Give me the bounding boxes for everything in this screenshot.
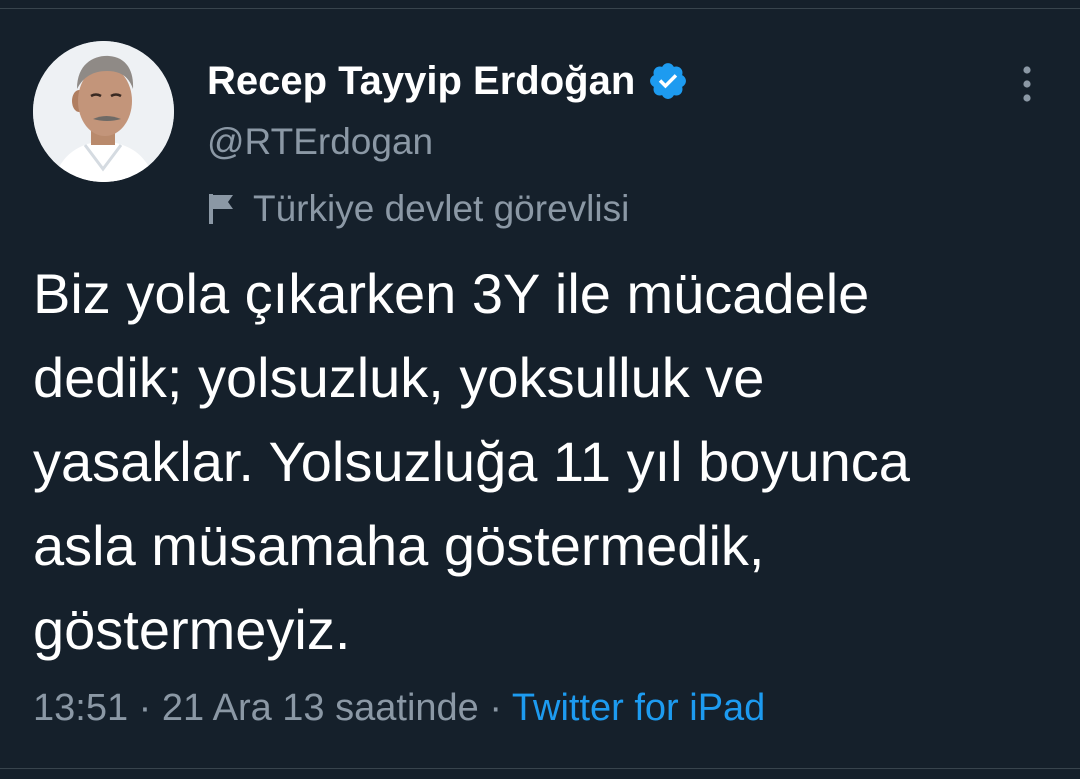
tweet-time[interactable]: 13:51	[33, 687, 128, 729]
author-name-row: Recep Tayyip Erdoğan	[207, 56, 689, 106]
avatar[interactable]	[33, 41, 174, 182]
author-handle[interactable]: @RTErdogan	[207, 121, 433, 163]
flag-icon	[209, 194, 233, 224]
tweet-meta: 13:51 · 21 Ara 13 saatinde · Twitter for…	[33, 682, 765, 734]
tweet-text: Biz yola çıkarken 3Y ile mücadele dedik;…	[33, 262, 910, 661]
author-display-name[interactable]: Recep Tayyip Erdoğan	[207, 59, 635, 104]
more-vertical-icon[interactable]	[1010, 60, 1044, 108]
account-label[interactable]: Türkiye devlet görevlisi	[207, 186, 629, 232]
tweet-source-link[interactable]: Twitter for iPad	[512, 687, 765, 729]
meta-separator: ·	[138, 687, 152, 729]
bottom-divider	[0, 768, 1080, 769]
verified-badge-icon	[650, 63, 687, 99]
top-divider	[0, 8, 1080, 9]
meta-separator: ·	[489, 687, 503, 729]
account-label-text: Türkiye devlet görevlisi	[253, 188, 630, 229]
tweet-date[interactable]: 21 Ara 13 saatinde	[162, 687, 479, 729]
avatar-image	[33, 41, 174, 182]
